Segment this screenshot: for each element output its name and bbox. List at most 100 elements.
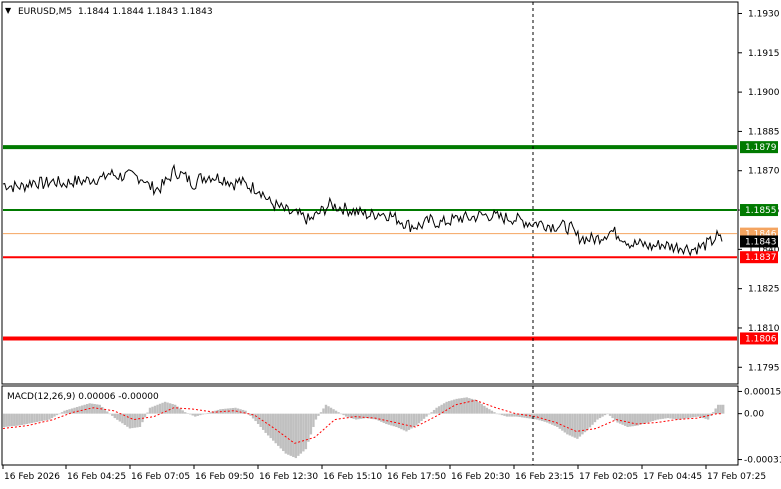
macd-histogram-bar <box>347 413 350 418</box>
macd-histogram-bar <box>493 412 496 414</box>
macd-histogram-bar <box>706 413 710 420</box>
macd-histogram-bar <box>292 413 295 457</box>
macd-histogram-bar <box>284 413 287 454</box>
macd-histogram-bar <box>488 409 491 414</box>
macd-histogram-bar <box>543 413 546 422</box>
macd-histogram-bar <box>309 413 313 435</box>
macd-histogram-bar <box>73 407 76 414</box>
macd-histogram-bar <box>679 413 682 420</box>
macd-histogram-bar <box>116 413 119 420</box>
macd-histogram-bar <box>402 413 406 431</box>
macd-histogram-bar <box>498 413 501 415</box>
macd-histogram-bar <box>420 413 423 422</box>
macd-histogram-bar <box>598 413 602 419</box>
macd-histogram-bar <box>417 413 421 424</box>
macd-histogram-bar <box>385 413 388 425</box>
macd-histogram-bar <box>581 413 584 435</box>
macd-histogram-bar <box>722 404 725 414</box>
macd-histogram-bar <box>563 413 567 433</box>
macd-histogram-bar <box>719 404 722 414</box>
macd-histogram-bar <box>405 413 408 432</box>
macd-histogram-bar <box>148 407 152 414</box>
macd-histogram-bar <box>463 397 466 414</box>
time-axis-label: 16 Feb 09:50 <box>195 472 254 482</box>
price-level-label: 1.1855 <box>745 206 777 216</box>
macd-histogram-bar <box>337 412 340 414</box>
macd-histogram-bar <box>35 413 39 423</box>
macd-histogram-bar <box>485 407 489 414</box>
macd-histogram-bar <box>568 413 572 436</box>
macd-histogram-bar <box>616 413 619 423</box>
time-axis-label: 17 Feb 07:25 <box>707 472 766 482</box>
macd-axis-label: 0.00 <box>744 410 764 420</box>
macd-histogram-bar <box>279 413 282 449</box>
macd-histogram-bar <box>696 413 700 417</box>
macd-histogram-bar <box>606 413 609 415</box>
macd-histogram-bar <box>661 413 665 419</box>
time-axis-label: 17 Feb 02:05 <box>579 472 638 482</box>
macd-histogram-bar <box>621 413 624 425</box>
macd-histogram-bar <box>131 413 134 429</box>
macd-histogram-bar <box>435 407 438 414</box>
macd-histogram-bar <box>65 409 69 414</box>
macd-histogram-bar <box>38 413 41 422</box>
macd-histogram-bar <box>412 413 416 427</box>
macd-histogram-bar <box>387 413 391 425</box>
macd-histogram-bar <box>583 413 587 433</box>
macd-histogram-bar <box>158 403 162 414</box>
macd-histogram-bar <box>437 406 441 414</box>
macd-axis-label: -0.00031 <box>744 456 781 466</box>
macd-histogram-bar <box>146 412 149 414</box>
macd-histogram-bar <box>261 413 265 430</box>
macd-histogram-bar <box>317 413 320 416</box>
price-axis-label: 1.1900 <box>748 88 780 98</box>
macd-histogram-bar <box>694 413 697 417</box>
macd-histogram-bar <box>465 397 468 414</box>
price-axis-label: 1.1885 <box>748 127 780 137</box>
macd-histogram-bar <box>93 404 96 414</box>
macd-histogram-bar <box>430 412 433 414</box>
time-axis-label: 16 Feb 2026 <box>4 472 60 482</box>
macd-histogram-bar <box>138 413 142 427</box>
macd-histogram-bar <box>623 413 627 426</box>
macd-histogram-bar <box>407 413 411 430</box>
macd-histogram-bar <box>166 402 169 414</box>
trading-chart[interactable]: 1.1930 1.1915 1.1900 1.1885 1.1870 1.1855 1.18… <box>0 0 781 489</box>
macd-histogram-bar <box>686 413 690 419</box>
menu-triangle-icon[interactable]: ▼ <box>5 6 12 15</box>
macd-histogram-bar <box>327 406 330 414</box>
macd-histogram-bar <box>558 413 561 429</box>
macd-histogram-bar <box>221 408 225 414</box>
macd-histogram-bar <box>329 407 333 414</box>
macd-histogram-bar <box>13 413 16 426</box>
macd-histogram-bar <box>50 413 54 419</box>
macd-histogram-bar <box>136 413 139 428</box>
macd-histogram-bar <box>664 413 667 419</box>
macd-histogram-bar <box>468 398 471 414</box>
macd-histogram-bar <box>691 413 695 418</box>
macd-histogram-bar <box>495 413 499 415</box>
macd-histogram-bar <box>578 413 582 437</box>
macd-histogram-bar <box>178 408 182 414</box>
time-axis-label: 16 Feb 23:15 <box>515 472 574 482</box>
macd-histogram-bar <box>111 413 114 416</box>
macd-histogram-bar <box>689 413 692 418</box>
macd-histogram-bar <box>339 413 343 415</box>
macd-histogram-bar <box>551 413 554 425</box>
macd-histogram-bar <box>53 413 56 417</box>
macd-histogram-bar <box>78 406 81 414</box>
macd-histogram-bar <box>669 413 672 419</box>
macd-histogram-bar <box>603 413 607 416</box>
macd-histogram-bar <box>194 413 197 417</box>
macd-histogram-bar <box>681 413 685 419</box>
macd-histogram-bar <box>43 413 46 421</box>
macd-histogram-bar <box>48 413 51 420</box>
macd-histogram-bar <box>553 413 556 426</box>
macd-histogram-bar <box>510 413 514 417</box>
macd-histogram-bar <box>654 413 657 421</box>
macd-histogram-bar <box>422 413 426 419</box>
price-axis-label: 1.1825 <box>748 285 780 295</box>
macd-histogram-bar <box>651 413 655 422</box>
macd-histogram-bar <box>716 404 720 414</box>
macd-histogram-bar <box>586 413 589 430</box>
